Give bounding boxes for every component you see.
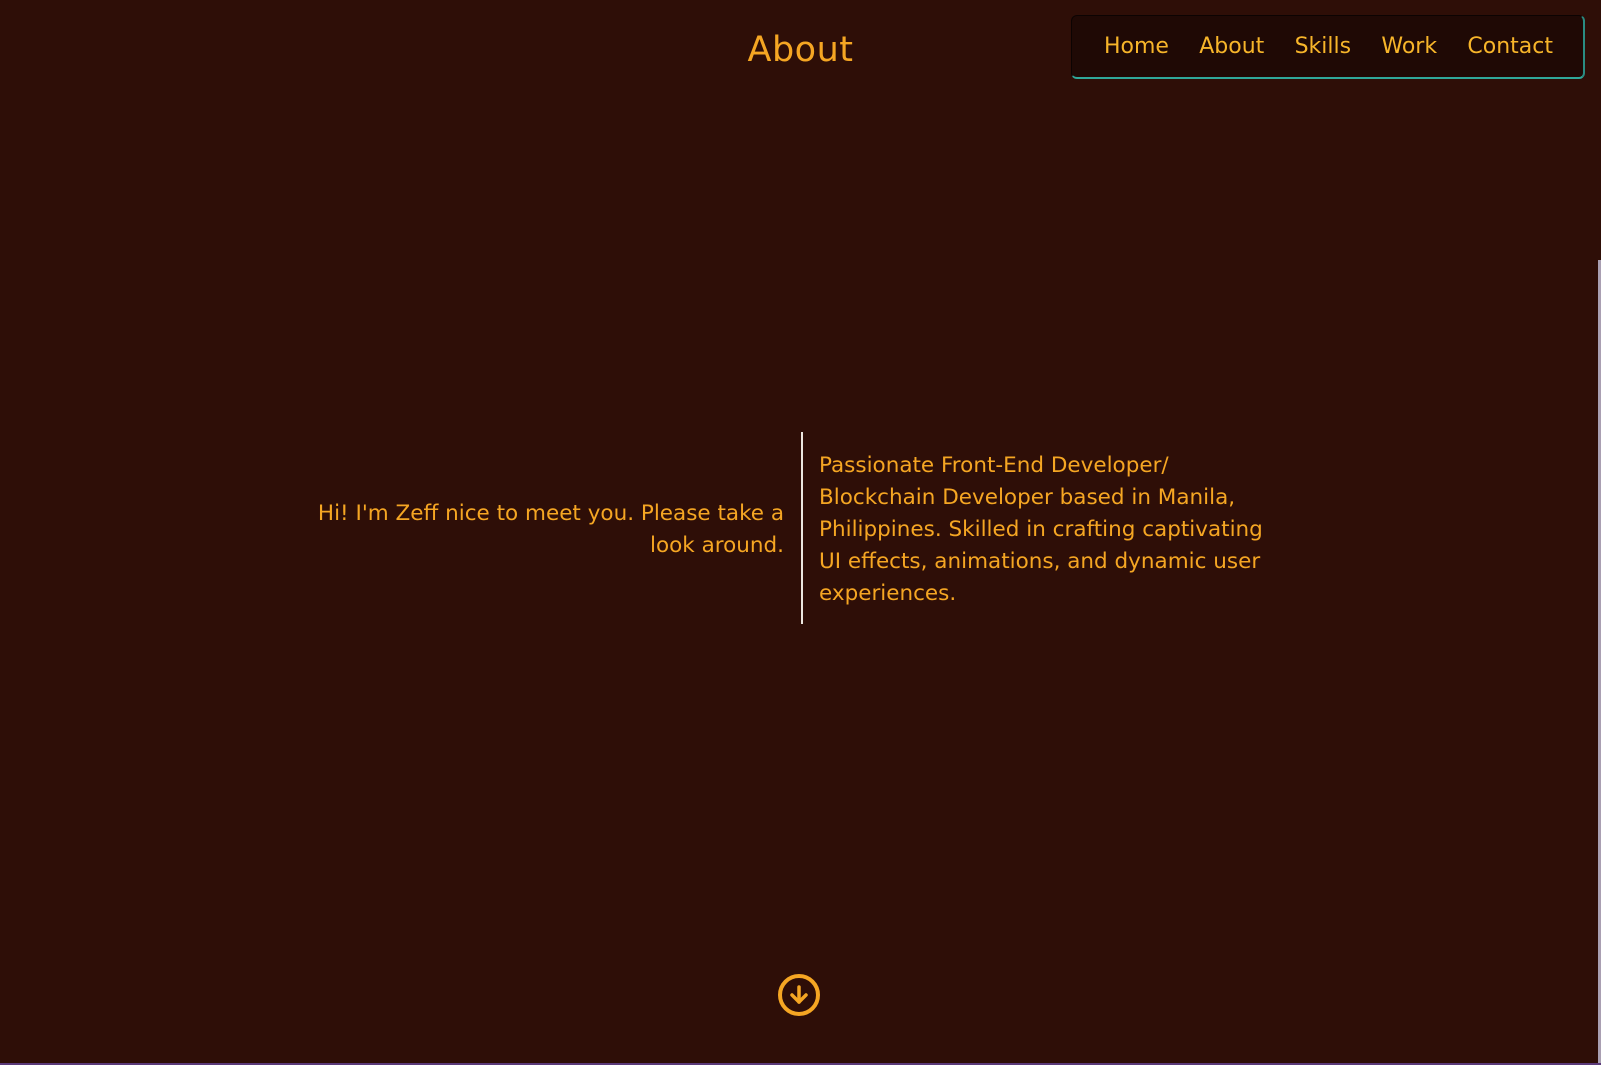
main-navbar: Home About Skills Work Contact bbox=[1071, 15, 1585, 79]
nav-link-home[interactable]: Home bbox=[1104, 34, 1169, 59]
intro-bio: Passionate Front-End Developer/ Blockcha… bbox=[819, 453, 1263, 606]
nav-link-skills[interactable]: Skills bbox=[1295, 34, 1352, 59]
arrow-down-circle-icon bbox=[790, 985, 808, 1004]
intro-greeting: Hi! I'm Zeff nice to meet you. Please ta… bbox=[317, 501, 784, 558]
nav-link-work[interactable]: Work bbox=[1381, 34, 1437, 59]
scroll-down-button[interactable] bbox=[778, 974, 820, 1016]
nav-link-contact[interactable]: Contact bbox=[1467, 34, 1553, 59]
about-page: About Home About Skills Work Contact Hi!… bbox=[0, 0, 1601, 1065]
nav-link-about[interactable]: About bbox=[1199, 34, 1264, 59]
intro-divider bbox=[801, 432, 803, 624]
